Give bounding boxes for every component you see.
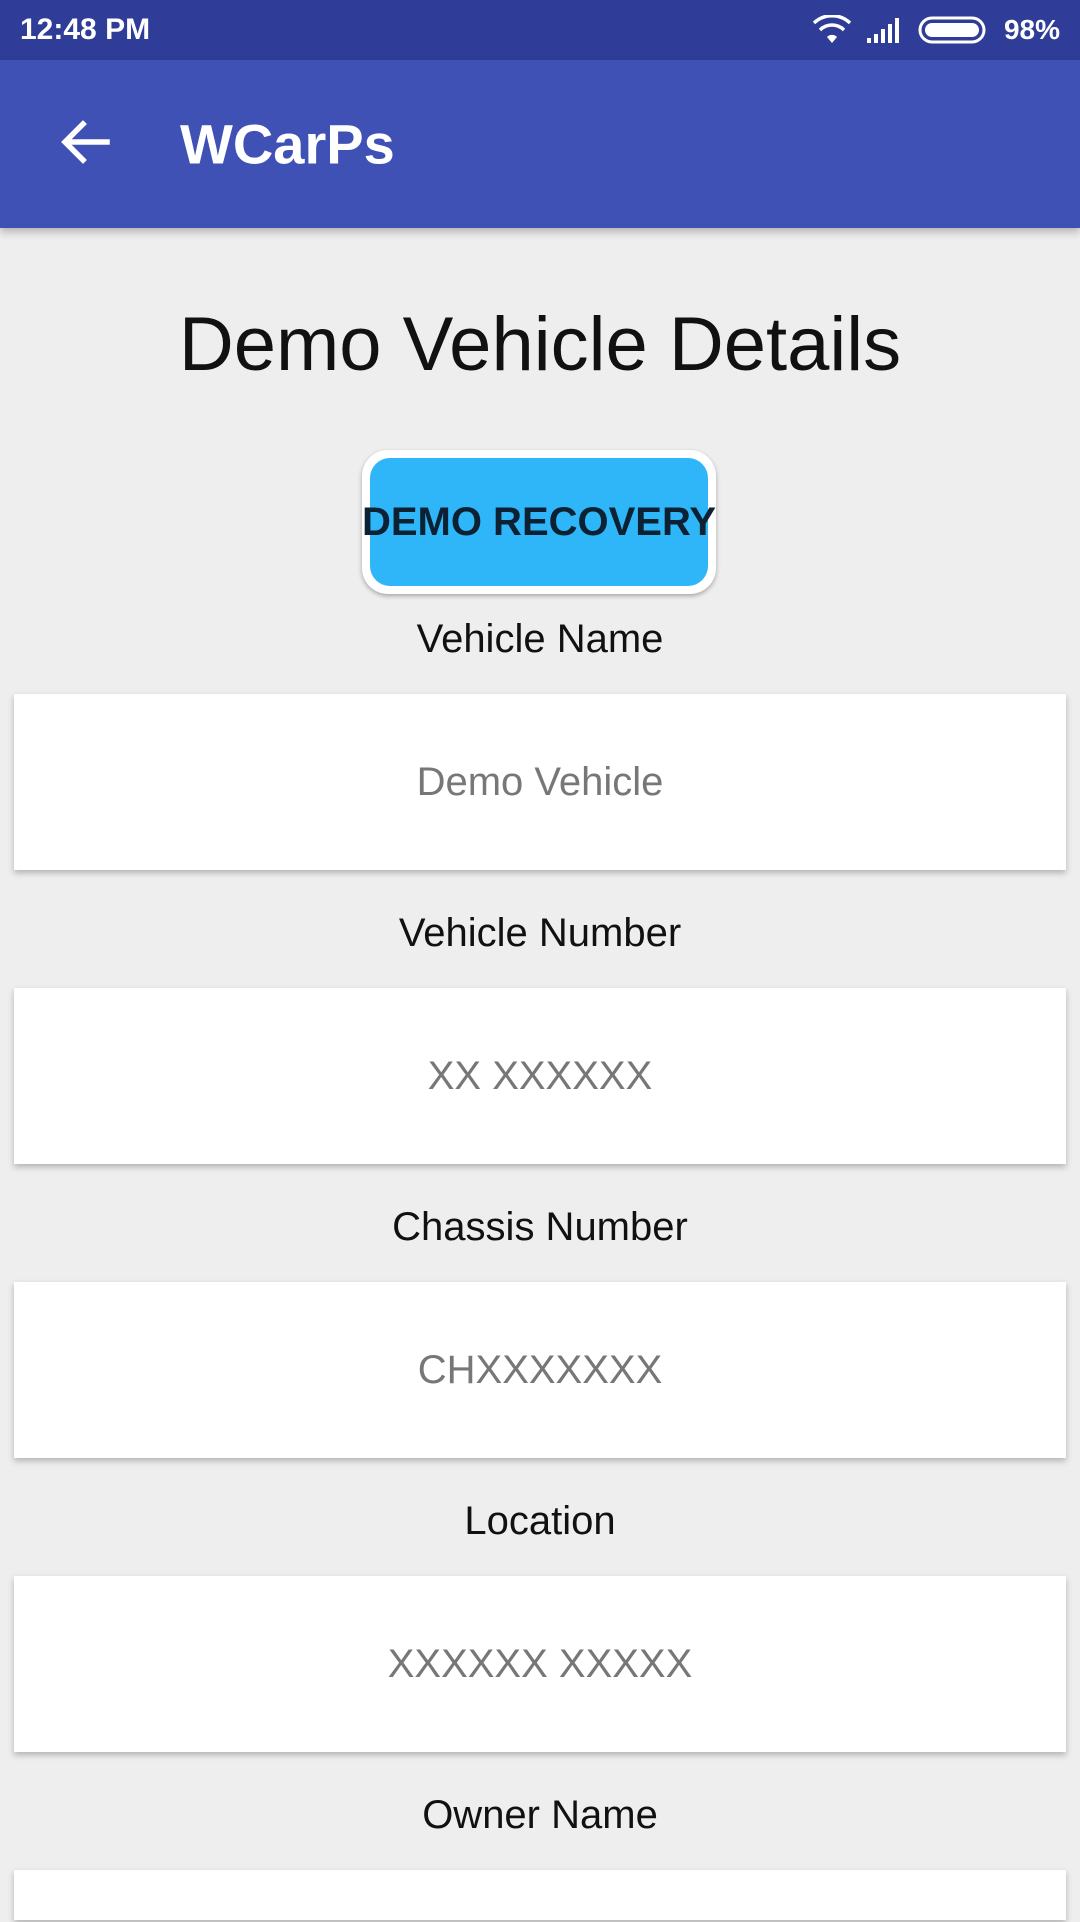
app-title: WCarPs	[180, 112, 395, 176]
page-title: Demo Vehicle Details	[178, 302, 902, 387]
vehicle-number-input[interactable]	[14, 987, 1066, 1165]
battery-icon	[918, 15, 990, 45]
location-field-box	[14, 1575, 1066, 1753]
vehicle-name-field-box	[14, 693, 1066, 871]
signal-icon	[866, 16, 904, 44]
wifi-icon	[812, 15, 852, 45]
chassis-number-field-box	[14, 1281, 1066, 1459]
vehicle-details-form: Demo Vehicle Details DEMO RECOVERY Vehic…	[0, 228, 1080, 1922]
owner-name-label: Owner Name	[422, 1793, 658, 1837]
vehicle-name-label: Vehicle Name	[416, 617, 664, 661]
owner-name-field-box	[14, 1870, 1066, 1922]
app-bar: WCarPs	[0, 60, 1080, 228]
vehicle-number-label: Vehicle Number	[398, 911, 682, 955]
status-time: 12:48 PM	[20, 13, 151, 46]
vehicle-number-field-box	[14, 987, 1066, 1165]
status-icons: 98%	[812, 14, 1060, 46]
chassis-number-input[interactable]	[14, 1281, 1066, 1459]
back-button[interactable]	[50, 109, 120, 179]
demo-recovery-button[interactable]: DEMO RECOVERY	[362, 458, 716, 586]
arrow-back-icon	[57, 114, 113, 175]
status-bar: 12:48 PM 98%	[0, 0, 1080, 60]
owner-name-input[interactable]	[14, 1870, 1066, 1922]
location-label: Location	[464, 1499, 616, 1543]
battery-percent: 98%	[1003, 14, 1060, 45]
demo-recovery-button-frame: DEMO RECOVERY	[362, 450, 716, 594]
location-input[interactable]	[14, 1575, 1066, 1753]
chassis-number-label: Chassis Number	[392, 1205, 688, 1249]
vehicle-name-input[interactable]	[14, 693, 1066, 871]
